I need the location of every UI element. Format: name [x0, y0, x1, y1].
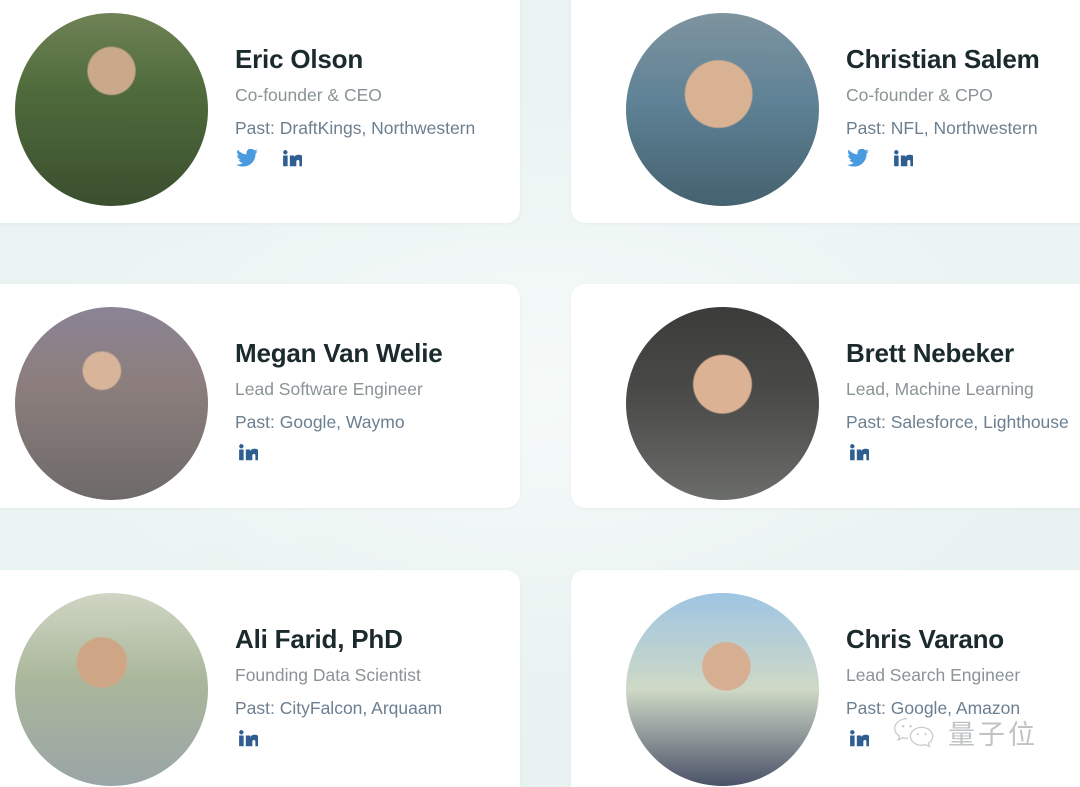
person-past: Past: NFL, Northwestern: [846, 117, 1038, 138]
person-role: Co-founder & CPO: [846, 85, 993, 106]
avatar: [626, 593, 819, 786]
person-name: Brett Nebeker: [846, 338, 1014, 369]
avatar: [15, 13, 208, 206]
social-links: [846, 439, 1069, 465]
team-member-card[interactable]: Chris Varano Lead Search Engineer Past: …: [571, 570, 1080, 787]
person-name: Chris Varano: [846, 624, 1004, 655]
social-links: [235, 725, 442, 751]
person-role: Lead Software Engineer: [235, 379, 423, 400]
person-role: Lead, Machine Learning: [846, 379, 1034, 400]
social-links: [846, 725, 1020, 751]
person-past: Past: Google, Amazon: [846, 697, 1021, 718]
team-member-card[interactable]: Megan Van Welie Lead Software Engineer P…: [0, 284, 520, 508]
person-name: Ali Farid, PhD: [235, 624, 403, 655]
person-name: Christian Salem: [846, 44, 1040, 75]
team-grid: Eric Olson Co-founder & CEO Past: DraftK…: [0, 0, 1080, 787]
linkedin-icon[interactable]: [235, 441, 259, 463]
avatar: [626, 307, 819, 500]
person-name: Eric Olson: [235, 44, 364, 75]
avatar: [15, 307, 208, 500]
social-links: [235, 439, 442, 465]
team-member-card[interactable]: Ali Farid, PhD Founding Data Scientist P…: [0, 570, 520, 787]
twitter-icon[interactable]: [235, 147, 259, 169]
linkedin-icon[interactable]: [279, 147, 303, 169]
linkedin-icon[interactable]: [890, 147, 914, 169]
person-past: Past: CityFalcon, Arquaam: [235, 697, 443, 718]
avatar: [626, 13, 819, 206]
person-past: Past: Google, Waymo: [235, 411, 405, 432]
avatar: [15, 593, 208, 786]
person-past: Past: Salesforce, Lighthouse: [846, 411, 1069, 432]
linkedin-icon[interactable]: [235, 727, 259, 749]
social-links: [846, 145, 1040, 171]
social-links: [235, 145, 475, 171]
linkedin-icon[interactable]: [846, 727, 870, 749]
person-name: Megan Van Welie: [235, 338, 443, 369]
person-role: Lead Search Engineer: [846, 665, 1021, 686]
linkedin-icon[interactable]: [846, 441, 870, 463]
team-member-card[interactable]: Christian Salem Co-founder & CPO Past: N…: [571, 0, 1080, 223]
team-member-card[interactable]: Eric Olson Co-founder & CEO Past: DraftK…: [0, 0, 520, 223]
person-role: Co-founder & CEO: [235, 85, 382, 106]
person-past: Past: DraftKings, Northwestern: [235, 117, 476, 138]
twitter-icon[interactable]: [846, 147, 870, 169]
team-member-card[interactable]: Brett Nebeker Lead, Machine Learning Pas…: [571, 284, 1080, 508]
person-role: Founding Data Scientist: [235, 665, 421, 686]
